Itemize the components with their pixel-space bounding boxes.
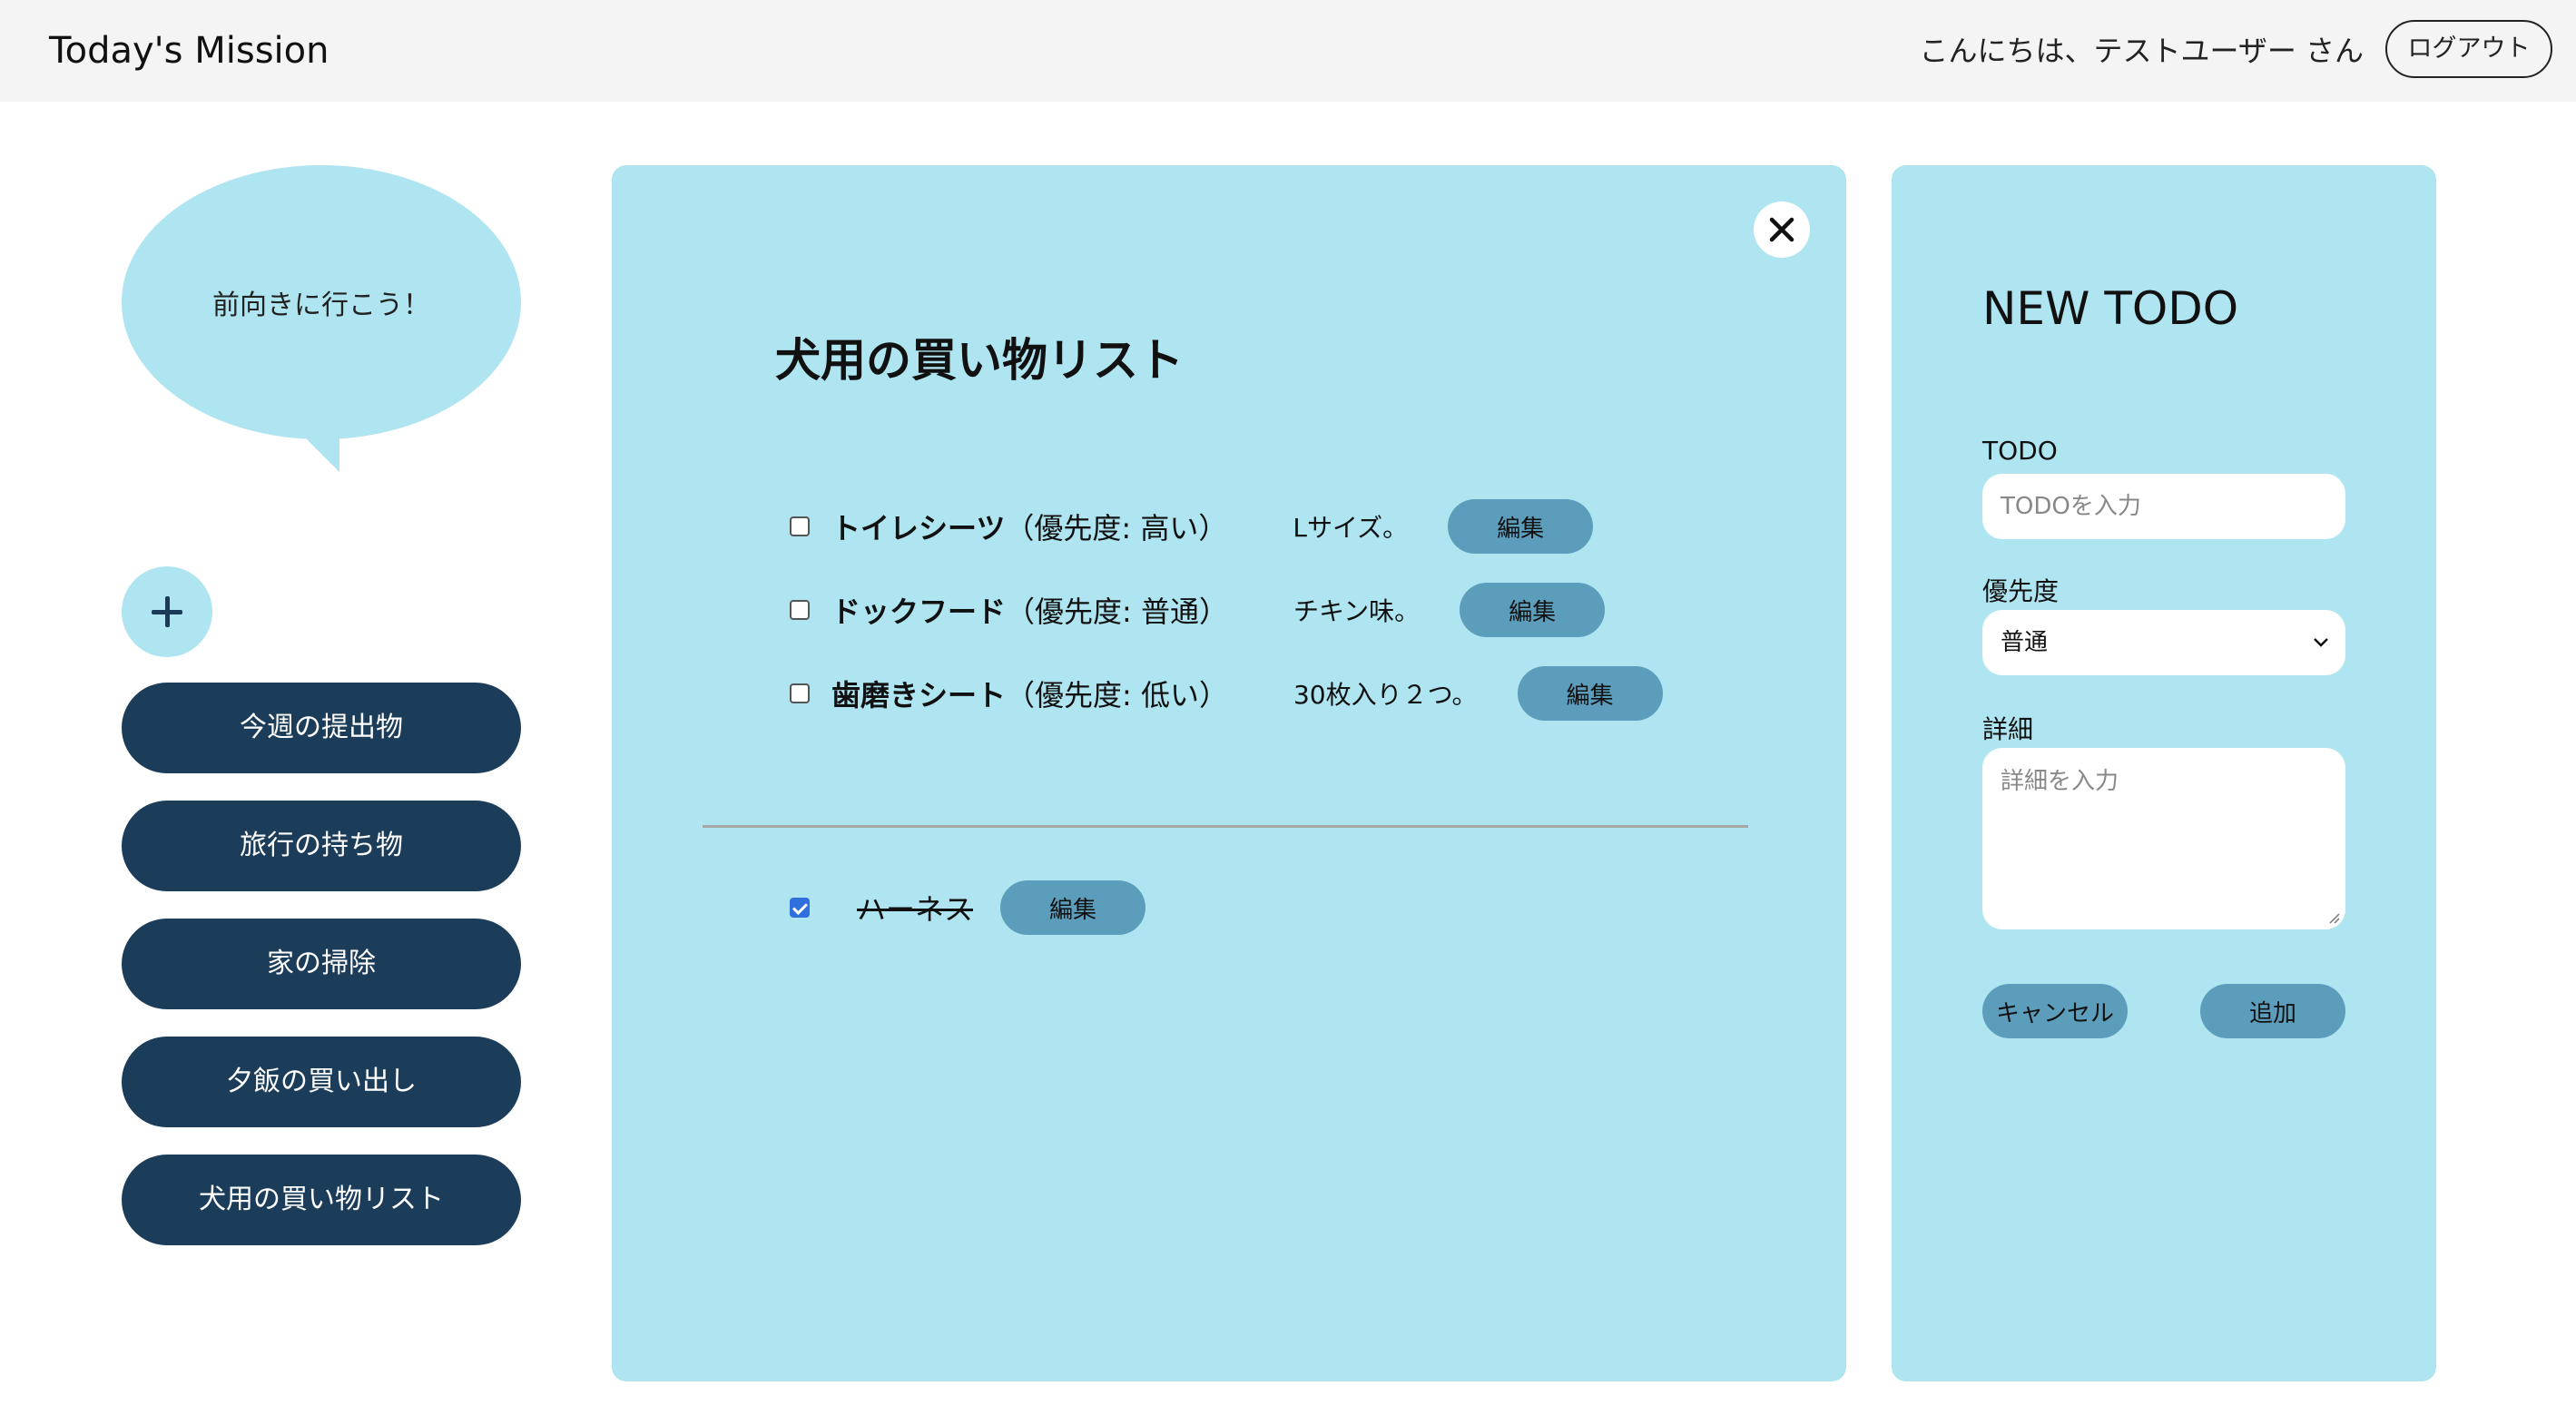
todo-priority: （優先度: 高い）: [1005, 511, 1228, 545]
edit-todo-button[interactable]: 編集: [1448, 499, 1594, 554]
todo-checkbox-checked[interactable]: [790, 898, 810, 918]
cancel-button[interactable]: キャンセル: [1982, 984, 2128, 1038]
priority-select[interactable]: 普通: [1982, 610, 2345, 675]
priority-selected-value: 普通: [2001, 629, 2049, 656]
detail-textarea[interactable]: 詳細を入力: [1982, 748, 2345, 929]
completed-todo-row: ハーネス 編集: [790, 880, 1146, 935]
list-button-dog-shopping[interactable]: 犬用の買い物リスト: [122, 1155, 521, 1245]
todo-title: トイレシーツ: [831, 511, 1006, 545]
todo-row: 歯磨きシート （優先度: 低い） 30枚入り２つ。 編集: [790, 666, 1663, 721]
app-title: Today's Mission: [49, 30, 329, 72]
list-button-weekly-submissions[interactable]: 今週の提出物: [122, 683, 521, 773]
list-button-house-cleaning[interactable]: 家の掃除: [122, 919, 521, 1009]
list-button-travel-items[interactable]: 旅行の持ち物: [122, 801, 521, 891]
edit-todo-button[interactable]: 編集: [1000, 880, 1146, 935]
todo-title: 歯磨きシート: [831, 678, 1007, 712]
motivation-text: 前向きに行こう！: [212, 290, 430, 321]
logout-button[interactable]: ログアウト: [2385, 20, 2552, 78]
user-greeting: こんにちは、テストユーザー さん: [1919, 34, 2364, 68]
todo-checkbox[interactable]: [790, 516, 810, 536]
completed-todo-title: ハーネス: [857, 892, 974, 927]
completed-divider: [703, 825, 1748, 828]
todo-checkbox[interactable]: [790, 683, 810, 703]
todo-row: ドックフード （優先度: 普通） チキン味。 編集: [790, 583, 1606, 637]
close-panel-button[interactable]: [1754, 201, 1810, 258]
close-icon: [1769, 217, 1794, 242]
edit-todo-button[interactable]: 編集: [1460, 583, 1606, 637]
top-header: Today's Mission こんにちは、テストユーザー さん ログアウト: [0, 0, 2576, 102]
todo-priority: （優先度: 低い）: [1006, 678, 1228, 712]
todo-detail: Lサイズ。: [1293, 513, 1409, 543]
todo-title: ドックフード: [831, 595, 1007, 629]
detail-field-label: 詳細: [1982, 714, 2034, 744]
todo-priority: （優先度: 普通）: [1006, 595, 1228, 629]
detail-placeholder: 詳細を入力: [2001, 768, 2119, 795]
add-list-button[interactable]: [122, 566, 212, 657]
form-title: NEW TODO: [1982, 282, 2239, 335]
list-button-dinner-shopping[interactable]: 夕飯の買い出し: [122, 1037, 521, 1127]
todo-detail: 30枚入り２つ。: [1293, 680, 1478, 710]
edit-todo-button[interactable]: 編集: [1517, 666, 1663, 721]
todo-row: トイレシーツ （優先度: 高い） Lサイズ。 編集: [790, 499, 1594, 554]
priority-field-label: 優先度: [1982, 576, 2060, 606]
todo-checkbox[interactable]: [790, 600, 810, 620]
add-todo-button[interactable]: 追加: [2200, 984, 2345, 1038]
chevron-down-icon: [2314, 638, 2328, 647]
list-title: 犬用の買い物リスト: [775, 334, 1184, 387]
todo-input[interactable]: TODOを入力: [1982, 474, 2345, 539]
todo-field-label: TODO: [1982, 436, 2058, 466]
todo-detail: チキン味。: [1293, 596, 1421, 626]
resize-grip-icon[interactable]: [2327, 911, 2340, 924]
todo-list-nav: 今週の提出物 旅行の持ち物 家の掃除 夕飯の買い出し 犬用の買い物リスト: [122, 683, 521, 1273]
